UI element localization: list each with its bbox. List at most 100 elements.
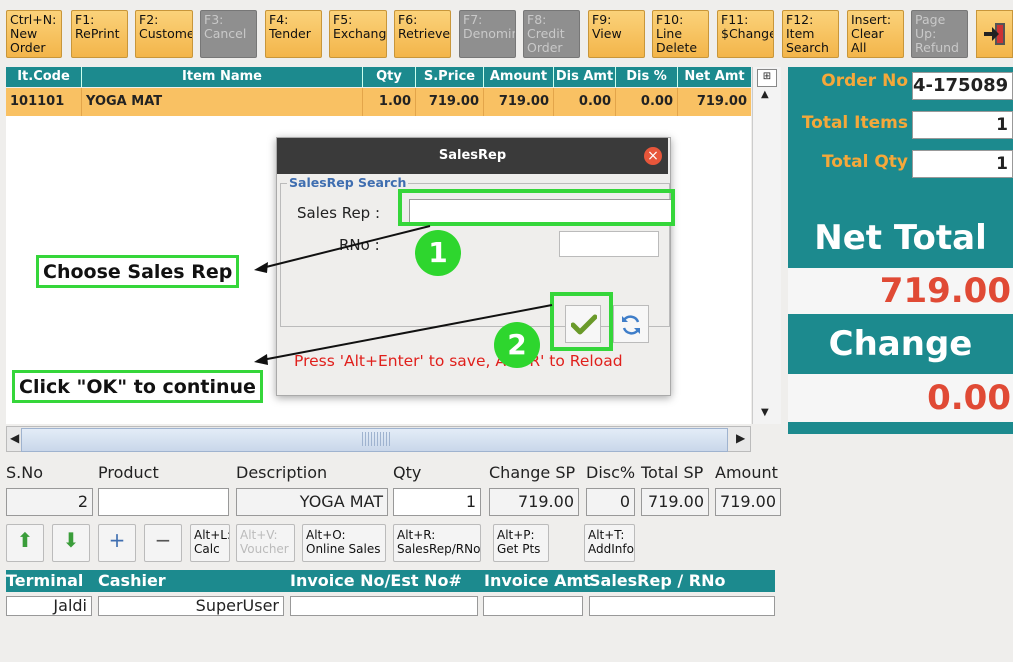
net-total-label: Net Total — [814, 218, 987, 258]
invoice-value — [290, 596, 478, 616]
order-no-value: 4-175089 — [912, 72, 1013, 100]
cashier-label: Cashier — [98, 571, 166, 590]
arrow-down-icon: ⬇ — [62, 528, 80, 552]
fkey-label: F6: Retrieve — [398, 12, 451, 41]
fkey-button-2[interactable]: F2: Custome — [135, 10, 193, 58]
salesrep-dialog: SalesRep × SalesRep Search Sales Rep : R… — [276, 137, 674, 396]
grid-horizontal-scrollbar[interactable]: ◀ ▶ — [6, 426, 751, 452]
salesrep-search-group: SalesRep Search Sales Rep : RNo : — [280, 175, 674, 327]
amount-field: 719.00 — [715, 488, 781, 516]
fkey-label: Ctrl+N: New Order — [10, 12, 57, 55]
fkey-label: F8: Credit Order — [527, 12, 565, 55]
disc-field[interactable]: 0 — [586, 488, 635, 516]
total-sp-label: Total SP — [641, 463, 704, 482]
group-title: SalesRep Search — [287, 175, 409, 190]
fkey-button-11[interactable]: F11: $Change — [717, 10, 774, 58]
salesrep-rno-label: SalesRep / RNo — [589, 571, 726, 590]
total-sp-field: 719.00 — [641, 488, 709, 516]
reload-button[interactable] — [613, 305, 649, 343]
move-up-button[interactable]: ⬆ — [6, 524, 44, 562]
scroll-left-icon[interactable]: ◀ — [10, 431, 19, 445]
salesrep-rno-value — [589, 596, 775, 616]
fkey-button-10[interactable]: F10: Line Delete — [652, 10, 709, 58]
change-label: Change — [828, 324, 973, 364]
total-qty-label: Total Qty — [821, 152, 908, 172]
fkey-button-9[interactable]: F9: View — [588, 10, 645, 58]
disc-label: Disc% — [586, 463, 636, 482]
close-icon[interactable]: × — [644, 147, 662, 165]
fkey-button-6[interactable]: F6: Retrieve — [394, 10, 451, 58]
ok-button[interactable] — [565, 305, 601, 343]
salesrep-button[interactable]: Alt+R: SalesRep/RNo — [393, 524, 481, 562]
fkey-label: Page Up: Refund — [915, 12, 959, 55]
net-total-value: 719.00 — [788, 268, 1013, 314]
move-down-button[interactable]: ⬇ — [52, 524, 90, 562]
fkey-label: F1: RePrint — [75, 12, 120, 41]
change-sp-field[interactable]: 719.00 — [489, 488, 579, 516]
qty-input[interactable]: 1 — [393, 488, 481, 516]
col-item-name[interactable]: Item Name — [82, 67, 363, 87]
invoice-amt-value — [483, 596, 583, 616]
cashier-value: SuperUser — [98, 596, 284, 616]
exit-button[interactable] — [976, 10, 1013, 58]
terminal-label: Terminal — [6, 571, 84, 590]
step-2-badge: 2 — [494, 322, 540, 368]
description-field: YOGA MAT — [236, 488, 388, 516]
voucher-button[interactable]: Alt+V: Voucher — [236, 524, 295, 562]
salesrep-input[interactable] — [409, 199, 674, 225]
checkmark-icon — [571, 314, 597, 335]
scroll-right-icon[interactable]: ▶ — [736, 431, 745, 445]
calc-button[interactable]: Alt+L: Calc — [190, 524, 230, 562]
cell-sprice: 719.00 — [416, 88, 484, 116]
col-dis-pct[interactable]: Dis % — [616, 67, 678, 87]
sno-label: S.No — [6, 463, 43, 482]
column-chooser-icon[interactable]: ⊞ — [757, 69, 777, 87]
cell-qty: 1.00 — [363, 88, 416, 116]
add-line-button[interactable]: + — [98, 524, 136, 562]
product-input[interactable] — [98, 488, 229, 516]
scroll-down-icon[interactable]: ▼ — [761, 407, 769, 418]
col-dis-amt[interactable]: Dis Amt — [554, 67, 616, 87]
remove-line-button[interactable]: − — [144, 524, 182, 562]
fkey-label: F3: Cancel — [204, 12, 247, 41]
col-qty[interactable]: Qty — [363, 67, 416, 87]
addinfo-button[interactable]: Alt+T: AddInfo — [584, 524, 635, 562]
item-grid-header: It.Code Item Name Qty S.Price Amount Dis… — [6, 67, 751, 87]
fkey-button-12[interactable]: F12: Item Search — [782, 10, 839, 58]
cell-item-name: YOGA MAT — [82, 88, 363, 116]
fkey-label: F5: Exchang — [333, 12, 387, 41]
col-net-amt[interactable]: Net Amt — [678, 67, 751, 87]
step-1-badge: 1 — [415, 230, 461, 276]
description-label: Description — [236, 463, 328, 482]
fkey-button-13[interactable]: Insert: Clear All — [847, 10, 904, 58]
terminal-value: Jaldi — [6, 596, 92, 616]
col-sprice[interactable]: S.Price — [416, 67, 484, 87]
get-pts-button[interactable]: Alt+P: Get Pts — [493, 524, 549, 562]
online-sales-button[interactable]: Alt+O: Online Sales — [302, 524, 386, 562]
rno-input[interactable] — [559, 231, 659, 257]
fkey-button-4[interactable]: F4: Tender — [265, 10, 322, 58]
scroll-thumb[interactable] — [21, 428, 728, 452]
cell-amount: 719.00 — [484, 88, 554, 116]
amount-label: Amount — [715, 463, 778, 482]
change-value: 0.00 — [788, 374, 1013, 422]
fkey-button-0[interactable]: Ctrl+N: New Order — [6, 10, 62, 58]
fkey-button-5[interactable]: F5: Exchang — [329, 10, 387, 58]
col-amount[interactable]: Amount — [484, 67, 554, 87]
dialog-hint: Press 'Alt+Enter' to save, Alt+R' to Rel… — [294, 352, 623, 370]
fkey-button-7: F7: Denomin — [459, 10, 516, 58]
invoice-amt-label: Invoice Amt — [484, 571, 591, 590]
annotation-choose-salesrep: Choose Sales Rep — [36, 255, 240, 288]
arrow-up-icon: ⬆ — [16, 528, 34, 552]
fkey-label: F2: Custome — [139, 12, 193, 41]
cell-dis-amt: 0.00 — [554, 88, 616, 116]
fkey-button-1[interactable]: F1: RePrint — [71, 10, 128, 58]
fkey-label: F12: Item Search — [786, 12, 829, 55]
grid-vertical-scrollbar[interactable]: ⊞ ▲ ▼ — [752, 67, 781, 424]
table-row[interactable]: 101101 YOGA MAT 1.00 719.00 719.00 0.00 … — [6, 88, 751, 116]
col-itcode[interactable]: It.Code — [6, 67, 82, 87]
fkey-button-14: Page Up: Refund — [911, 10, 968, 58]
cell-net-amt: 719.00 — [696, 94, 747, 109]
sno-field: 2 — [6, 488, 93, 516]
scroll-up-icon[interactable]: ▲ — [761, 89, 769, 100]
